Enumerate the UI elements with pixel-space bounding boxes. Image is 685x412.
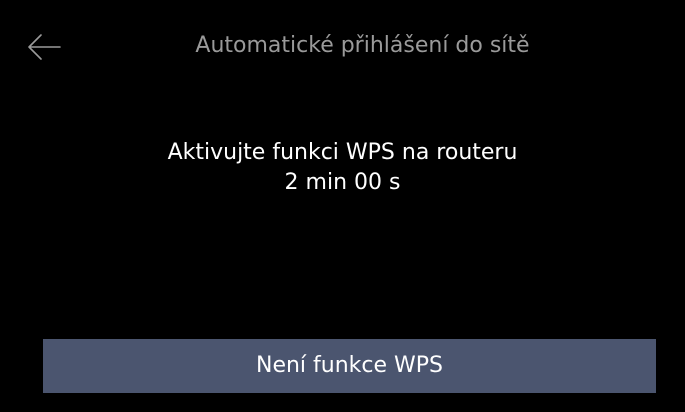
no-wps-button[interactable]: Není funkce WPS [43,339,656,393]
countdown-timer: 2 min 00 s [284,170,401,195]
header-bar: Automatické přihlášení do sítě [0,0,685,92]
instruction-text: Aktivujte funkci WPS na routeru [167,140,518,165]
back-button[interactable] [22,30,64,64]
arrow-left-icon [28,34,61,60]
wps-instruction-panel: Aktivujte funkci WPS na routeru 2 min 00… [0,138,685,198]
page-title: Automatické přihlášení do sítě [195,33,530,58]
